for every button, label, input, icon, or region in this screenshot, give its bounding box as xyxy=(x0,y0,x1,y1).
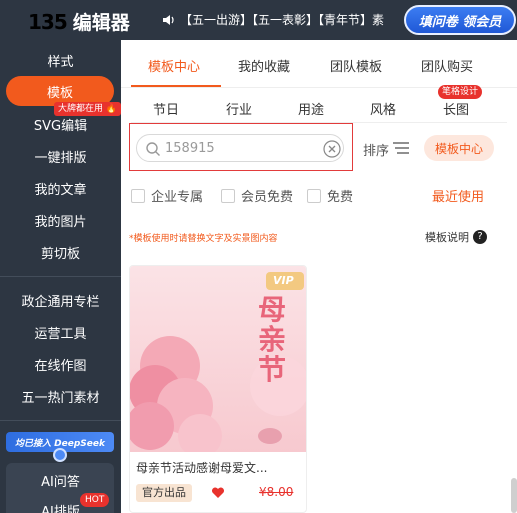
announcement-text: 【五一出游】【五一表彰】【青年节】素 xyxy=(180,13,385,27)
search-icon xyxy=(146,142,160,156)
filter-label: 企业专属 xyxy=(151,190,204,205)
official-badge: 官方出品 xyxy=(136,484,192,502)
main-panel: 模板中心 我的收藏 团队模板 团队购买 节日 行业 用途 风格 长图 笔格设计 … xyxy=(121,40,517,513)
help-label: 模板说明 xyxy=(425,231,469,244)
scrollbar-thumb[interactable] xyxy=(511,478,517,513)
tab-template-center[interactable]: 模板中心 xyxy=(148,56,200,75)
announcement[interactable]: 【五一出游】【五一表彰】【青年节】素 xyxy=(162,11,384,28)
filter-member-free[interactable]: 会员免费 xyxy=(221,186,293,205)
sidebar-divider xyxy=(0,276,121,277)
top-bar: 135 编辑器 【五一出游】【五一表彰】【青年节】素 填问卷 领会员 xyxy=(0,0,517,40)
template-title[interactable]: 母亲节活动感谢母爱文... xyxy=(136,459,267,476)
filter-label: 免费 xyxy=(327,190,354,205)
thumb-text: 节 xyxy=(258,353,287,386)
active-tab-indicator xyxy=(131,85,221,87)
tab-team-templates[interactable]: 团队模板 xyxy=(330,56,382,75)
filter-free[interactable]: 免费 xyxy=(307,186,353,205)
heart-icon[interactable] xyxy=(211,486,225,500)
sidebar-item-gov-column[interactable]: 政企通用专栏 xyxy=(0,284,121,316)
category-festival[interactable]: 节日 xyxy=(153,99,179,118)
category-usage[interactable]: 用途 xyxy=(298,99,324,118)
sidebar-item-ops-tools[interactable]: 运营工具 xyxy=(0,316,121,348)
filter-enterprise[interactable]: 企业专属 xyxy=(131,186,203,205)
vip-badge: VIP xyxy=(273,274,294,287)
clear-icon[interactable] xyxy=(323,140,341,158)
logo-text: 编辑器 xyxy=(72,12,130,34)
sidebar-item-svg-editor[interactable]: SVG编辑 xyxy=(0,108,121,140)
sidebar-item-clipboard[interactable]: 剪切板 xyxy=(0,236,121,268)
category-long-image[interactable]: 长图 xyxy=(443,99,469,118)
long-image-badge: 笔格设计 xyxy=(438,85,483,99)
template-card[interactable]: VIP 母 亲 节 母亲节活动感谢母爱文... 官方出品 ¥8.00 xyxy=(129,265,307,513)
sort-label[interactable]: 排序 xyxy=(363,140,389,159)
checkbox[interactable] xyxy=(131,188,145,203)
deepseek-icon xyxy=(53,448,67,462)
speaker-icon xyxy=(163,14,174,25)
template-price: ¥8.00 xyxy=(259,485,294,499)
template-help[interactable]: 模板说明 ? xyxy=(425,229,487,245)
tab-favorites[interactable]: 我的收藏 xyxy=(238,56,290,75)
logo-mark: 135 xyxy=(28,9,68,34)
sidebar-item-may-day-materials[interactable]: 五一热门素材 xyxy=(0,380,121,412)
search-highlight xyxy=(129,123,353,171)
usage-tip: *模板使用时请替换文字及实景图内容 xyxy=(129,234,278,244)
sidebar-item-my-articles[interactable]: 我的文章 xyxy=(0,172,121,204)
logo[interactable]: 135 编辑器 xyxy=(28,8,130,35)
sort-icon[interactable] xyxy=(392,141,410,155)
tab-team-purchase[interactable]: 团队购买 xyxy=(421,56,473,75)
question-icon: ? xyxy=(473,230,487,244)
filter-label: 会员免费 xyxy=(241,190,294,205)
checkbox[interactable] xyxy=(221,188,235,203)
survey-button[interactable]: 填问卷 领会员 xyxy=(404,5,516,35)
tab-bar: 模板中心 我的收藏 团队模板 团队购买 xyxy=(121,40,517,88)
sidebar-item-online-design[interactable]: 在线作图 xyxy=(0,348,121,380)
sidebar-item-my-images[interactable]: 我的图片 xyxy=(0,204,121,236)
search-input[interactable] xyxy=(165,141,315,156)
sidebar-item-styles[interactable]: 样式 xyxy=(0,44,121,76)
checkbox[interactable] xyxy=(307,188,321,203)
sidebar-divider xyxy=(0,420,121,421)
category-style[interactable]: 风格 xyxy=(370,99,396,118)
sidebar-item-ai-layout[interactable]: AI排版 xyxy=(0,500,121,513)
sidebar-item-one-click-layout[interactable]: 一键排版 xyxy=(0,140,121,172)
category-industry[interactable]: 行业 xyxy=(226,99,252,118)
template-center-pill[interactable]: 模板中心 xyxy=(424,135,494,161)
search-box[interactable] xyxy=(136,134,344,162)
recently-used-link[interactable]: 最近使用 xyxy=(432,186,484,205)
sidebar-item-ai-qa[interactable]: AI问答 xyxy=(0,464,121,496)
